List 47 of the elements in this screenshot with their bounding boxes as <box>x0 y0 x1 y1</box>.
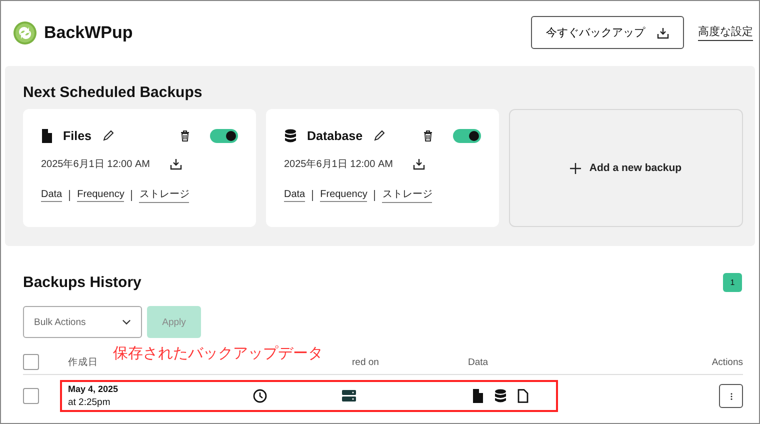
logo-text: BackWPup <box>44 22 133 42</box>
column-header: red on <box>351 356 380 368</box>
logo-icon <box>13 20 37 44</box>
bulk-actions-select[interactable]: Bulk Actions <box>23 306 142 338</box>
column-header: 作成日 <box>67 356 99 368</box>
checkbox[interactable] <box>23 354 39 370</box>
count-badge: 1 <box>723 273 742 292</box>
clock-icon <box>253 389 267 403</box>
server-icon <box>342 390 356 402</box>
database-icon <box>494 389 507 403</box>
column-header: Actions <box>710 356 743 368</box>
trash-icon[interactable] <box>423 130 433 142</box>
download-icon[interactable] <box>412 158 425 170</box>
card-link[interactable]: Frequency <box>77 188 124 202</box>
section-title: Next Scheduled Backups <box>23 84 204 101</box>
more-button[interactable] <box>719 384 743 408</box>
file-icon <box>41 129 53 143</box>
add-backup-button[interactable]: Add a new backup <box>509 109 743 227</box>
chevron-icon <box>122 319 131 325</box>
toggle-switch[interactable] <box>453 129 481 143</box>
backup-now-button[interactable]: 今すぐバックアップ <box>531 16 684 49</box>
pencil-icon[interactable] <box>102 130 114 142</box>
trash-icon[interactable] <box>180 130 190 142</box>
more-icon <box>730 392 732 400</box>
next-run-date: 2025年6月1日 12:00 AM <box>284 158 393 171</box>
section-title: Backups History <box>23 274 142 291</box>
card-link[interactable]: ストレージ <box>139 187 190 203</box>
advanced-settings-link[interactable]: 高度な設定 <box>698 24 753 41</box>
backup-time: at 2:25pm <box>68 397 112 408</box>
database-icon <box>284 129 297 143</box>
card-link[interactable]: ストレージ <box>382 187 432 203</box>
download-icon[interactable] <box>170 158 182 170</box>
download-icon[interactable] <box>657 26 669 38</box>
toggle-switch[interactable] <box>210 129 238 143</box>
next-run-date: 2025年6月1日 12:00 AM <box>41 158 150 171</box>
card-link[interactable]: Frequency <box>320 188 368 202</box>
card-link[interactable]: Data <box>284 188 306 202</box>
card-title: Database <box>307 129 363 143</box>
checkbox[interactable] <box>23 388 39 404</box>
plus-icon <box>570 162 582 174</box>
card-title: Files <box>63 129 92 143</box>
column-header: Data <box>467 356 490 368</box>
pencil-icon[interactable] <box>372 130 385 142</box>
backup-date: May 4, 2025 <box>68 384 120 394</box>
file-icon <box>472 389 484 403</box>
document-icon <box>517 389 529 403</box>
card-link[interactable]: Data <box>41 188 62 202</box>
